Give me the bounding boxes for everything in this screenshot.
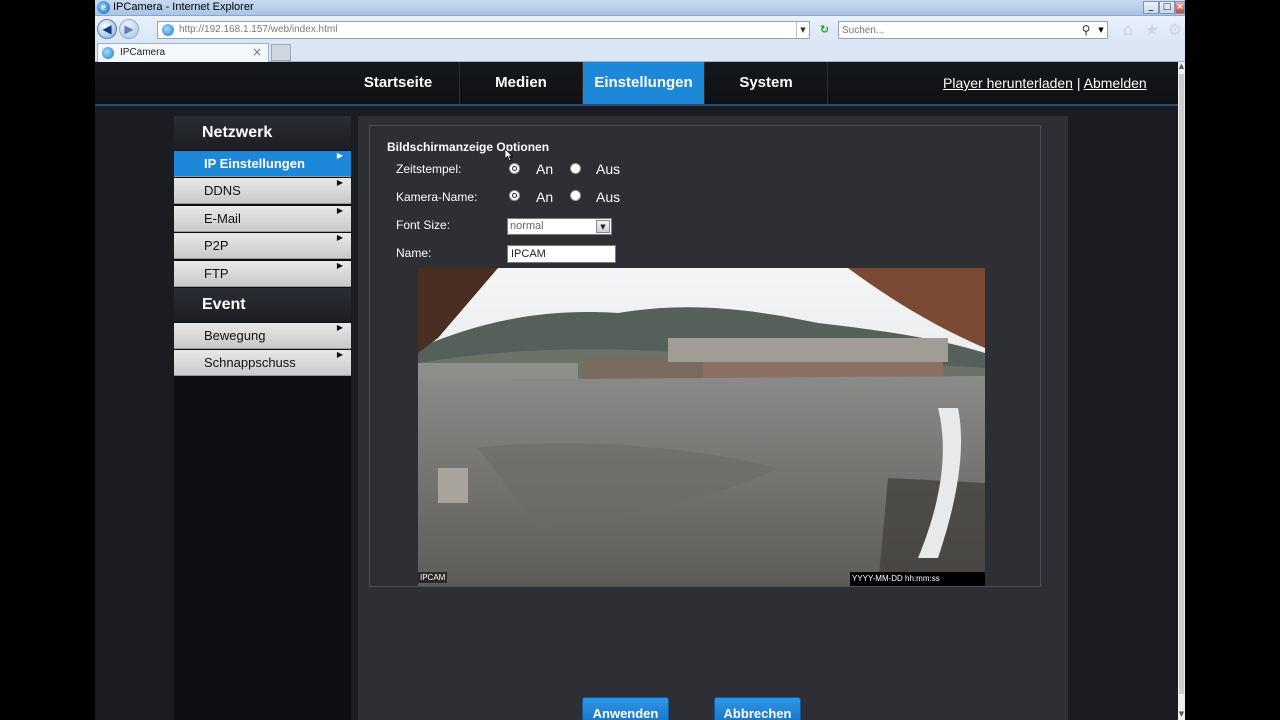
page-scrollbar[interactable]: ▲ ▼ (1178, 62, 1185, 720)
osd-time-overlay: YYYY-MM-DD hh:mm:ss (850, 572, 985, 586)
download-player-link[interactable]: Player herunterladen (943, 75, 1073, 91)
timestamp-on-radio[interactable] (509, 163, 520, 174)
settings-content: Bildschirmanzeige Optionen Zeitstempel: … (358, 116, 1068, 720)
scroll-up-icon[interactable]: ▲ (1178, 62, 1185, 72)
chevron-right-icon: ▶ (336, 206, 343, 215)
browser-tab[interactable]: IPCamera × (97, 43, 269, 62)
camera-name-off-label: Aus (596, 189, 621, 205)
back-button[interactable]: ◀ (97, 19, 117, 39)
timestamp-on-label: An (536, 161, 554, 177)
tab-startseite[interactable]: Startseite (337, 62, 460, 104)
camera-web-page: Startseite Medien Einstellungen System P… (95, 62, 1178, 720)
refresh-icon[interactable]: ↻ (816, 21, 833, 38)
scroll-down-icon[interactable]: ▼ (1178, 710, 1185, 720)
sidebar-item-label: Bewegung (204, 328, 266, 343)
sidebar-item-label: E-Mail (204, 211, 241, 226)
name-input[interactable] (507, 245, 616, 263)
window-title: IPCamera - Internet Explorer (113, 1, 254, 13)
title-bar: e IPCamera - Internet Explorer _ □ × (95, 0, 1185, 16)
link-separator: | (1076, 75, 1081, 91)
timestamp-label: Zeitstempel: (396, 162, 462, 176)
sidebar-item-email[interactable]: E-Mail ▶ (174, 206, 351, 232)
tab-row: IPCamera × (95, 42, 1185, 62)
panel-title: Bildschirmanzeige Optionen (387, 140, 550, 154)
minimize-button[interactable]: _ (1143, 1, 1159, 14)
timestamp-off-label: Aus (596, 161, 621, 177)
mouse-cursor-icon (505, 149, 513, 161)
osd-name-overlay: IPCAM (418, 572, 448, 583)
chevron-down-icon[interactable]: ▼ (596, 220, 610, 233)
sidebar-heading-event: Event (174, 288, 351, 322)
cancel-button[interactable]: Abbrechen (714, 697, 801, 720)
sidebar-item-ftp[interactable]: FTP ▶ (174, 261, 351, 287)
tab-favicon-icon (102, 47, 114, 59)
camera-name-label: Kamera-Name: (396, 190, 478, 204)
camera-name-off-radio[interactable] (570, 190, 581, 201)
browser-window: e IPCamera - Internet Explorer _ □ × ◀ ▶… (95, 0, 1185, 720)
sidebar-item-label: FTP (204, 266, 229, 281)
page-icon (162, 24, 174, 36)
new-tab-button[interactable] (271, 44, 291, 61)
name-label: Name: (396, 246, 432, 260)
sidebar-item-label: Schnappschuss (204, 355, 296, 370)
sidebar-item-ip-einstellungen[interactable]: IP Einstellungen ▶ (174, 151, 351, 177)
sidebar-item-ddns[interactable]: DDNS ▶ (174, 178, 351, 204)
font-size-value: normal (510, 220, 544, 232)
scrollbar-thumb[interactable] (1179, 74, 1184, 694)
tab-close-icon[interactable]: × (252, 45, 262, 59)
timestamp-off-radio[interactable] (570, 163, 581, 174)
search-input[interactable] (842, 23, 1072, 37)
sidebar-item-label: P2P (204, 238, 229, 253)
sidebar-heading-netzwerk: Netzwerk (174, 116, 351, 150)
logout-link[interactable]: Abmelden (1084, 75, 1147, 91)
address-row: ◀ ▶ http://192.168.1.157/web/index.html … (95, 16, 1185, 42)
top-links: Player herunterladen | Abmelden (943, 75, 1147, 91)
favorites-star-icon[interactable]: ★ (1143, 21, 1161, 39)
osd-options-panel: Bildschirmanzeige Optionen Zeitstempel: … (369, 125, 1041, 587)
chevron-right-icon: ▶ (336, 261, 343, 270)
maximize-button[interactable]: □ (1159, 1, 1175, 14)
tab-label: IPCamera (120, 47, 166, 58)
address-bar[interactable]: http://192.168.1.157/web/index.html ▼ (157, 21, 810, 39)
search-dropdown-icon[interactable]: ▼ (1095, 22, 1107, 38)
sidebar-item-p2p[interactable]: P2P ▶ (174, 233, 351, 259)
chevron-right-icon: ▶ (336, 323, 343, 332)
chevron-right-icon: ▶ (336, 233, 343, 242)
tab-medien[interactable]: Medien (460, 62, 583, 104)
forward-button[interactable]: ▶ (119, 19, 139, 39)
search-box[interactable]: ⚲ ▼ (838, 21, 1108, 39)
sidebar-item-label: DDNS (204, 183, 241, 198)
top-navigation: Startseite Medien Einstellungen System P… (95, 62, 1178, 106)
tab-einstellungen[interactable]: Einstellungen (583, 62, 705, 104)
sidebar-item-bewegung[interactable]: Bewegung ▶ (174, 323, 351, 349)
sidebar-item-schnappschuss[interactable]: Schnappschuss ▶ (174, 350, 351, 376)
tab-system[interactable]: System (705, 62, 828, 104)
url-text[interactable]: http://192.168.1.157/web/index.html (179, 24, 337, 35)
camera-name-on-label: An (536, 189, 554, 205)
font-size-select[interactable]: normal ▼ (507, 218, 612, 235)
search-icon[interactable]: ⚲ (1079, 22, 1093, 38)
camera-name-on-radio[interactable] (509, 190, 520, 201)
home-icon[interactable]: ⌂ (1119, 21, 1137, 39)
tools-gear-icon[interactable]: ⚙ (1166, 21, 1184, 39)
chevron-right-icon: ▶ (336, 178, 343, 187)
chevron-right-icon: ▶ (336, 151, 343, 160)
address-dropdown-icon[interactable]: ▼ (796, 22, 809, 38)
settings-sidebar: Netzwerk IP Einstellungen ▶ DDNS ▶ E-Mail ▶… (174, 116, 351, 720)
chevron-right-icon: ▶ (336, 350, 343, 359)
camera-preview: IPCAM YYYY-MM-DD hh:mm:ss (418, 268, 985, 586)
close-window-button[interactable]: × (1175, 1, 1185, 14)
camera-scene-image (418, 268, 985, 586)
font-size-label: Font Size: (396, 218, 451, 232)
ie-logo-icon: e (97, 1, 110, 14)
apply-button[interactable]: Anwenden (582, 697, 669, 720)
sidebar-item-label: IP Einstellungen (204, 156, 305, 171)
